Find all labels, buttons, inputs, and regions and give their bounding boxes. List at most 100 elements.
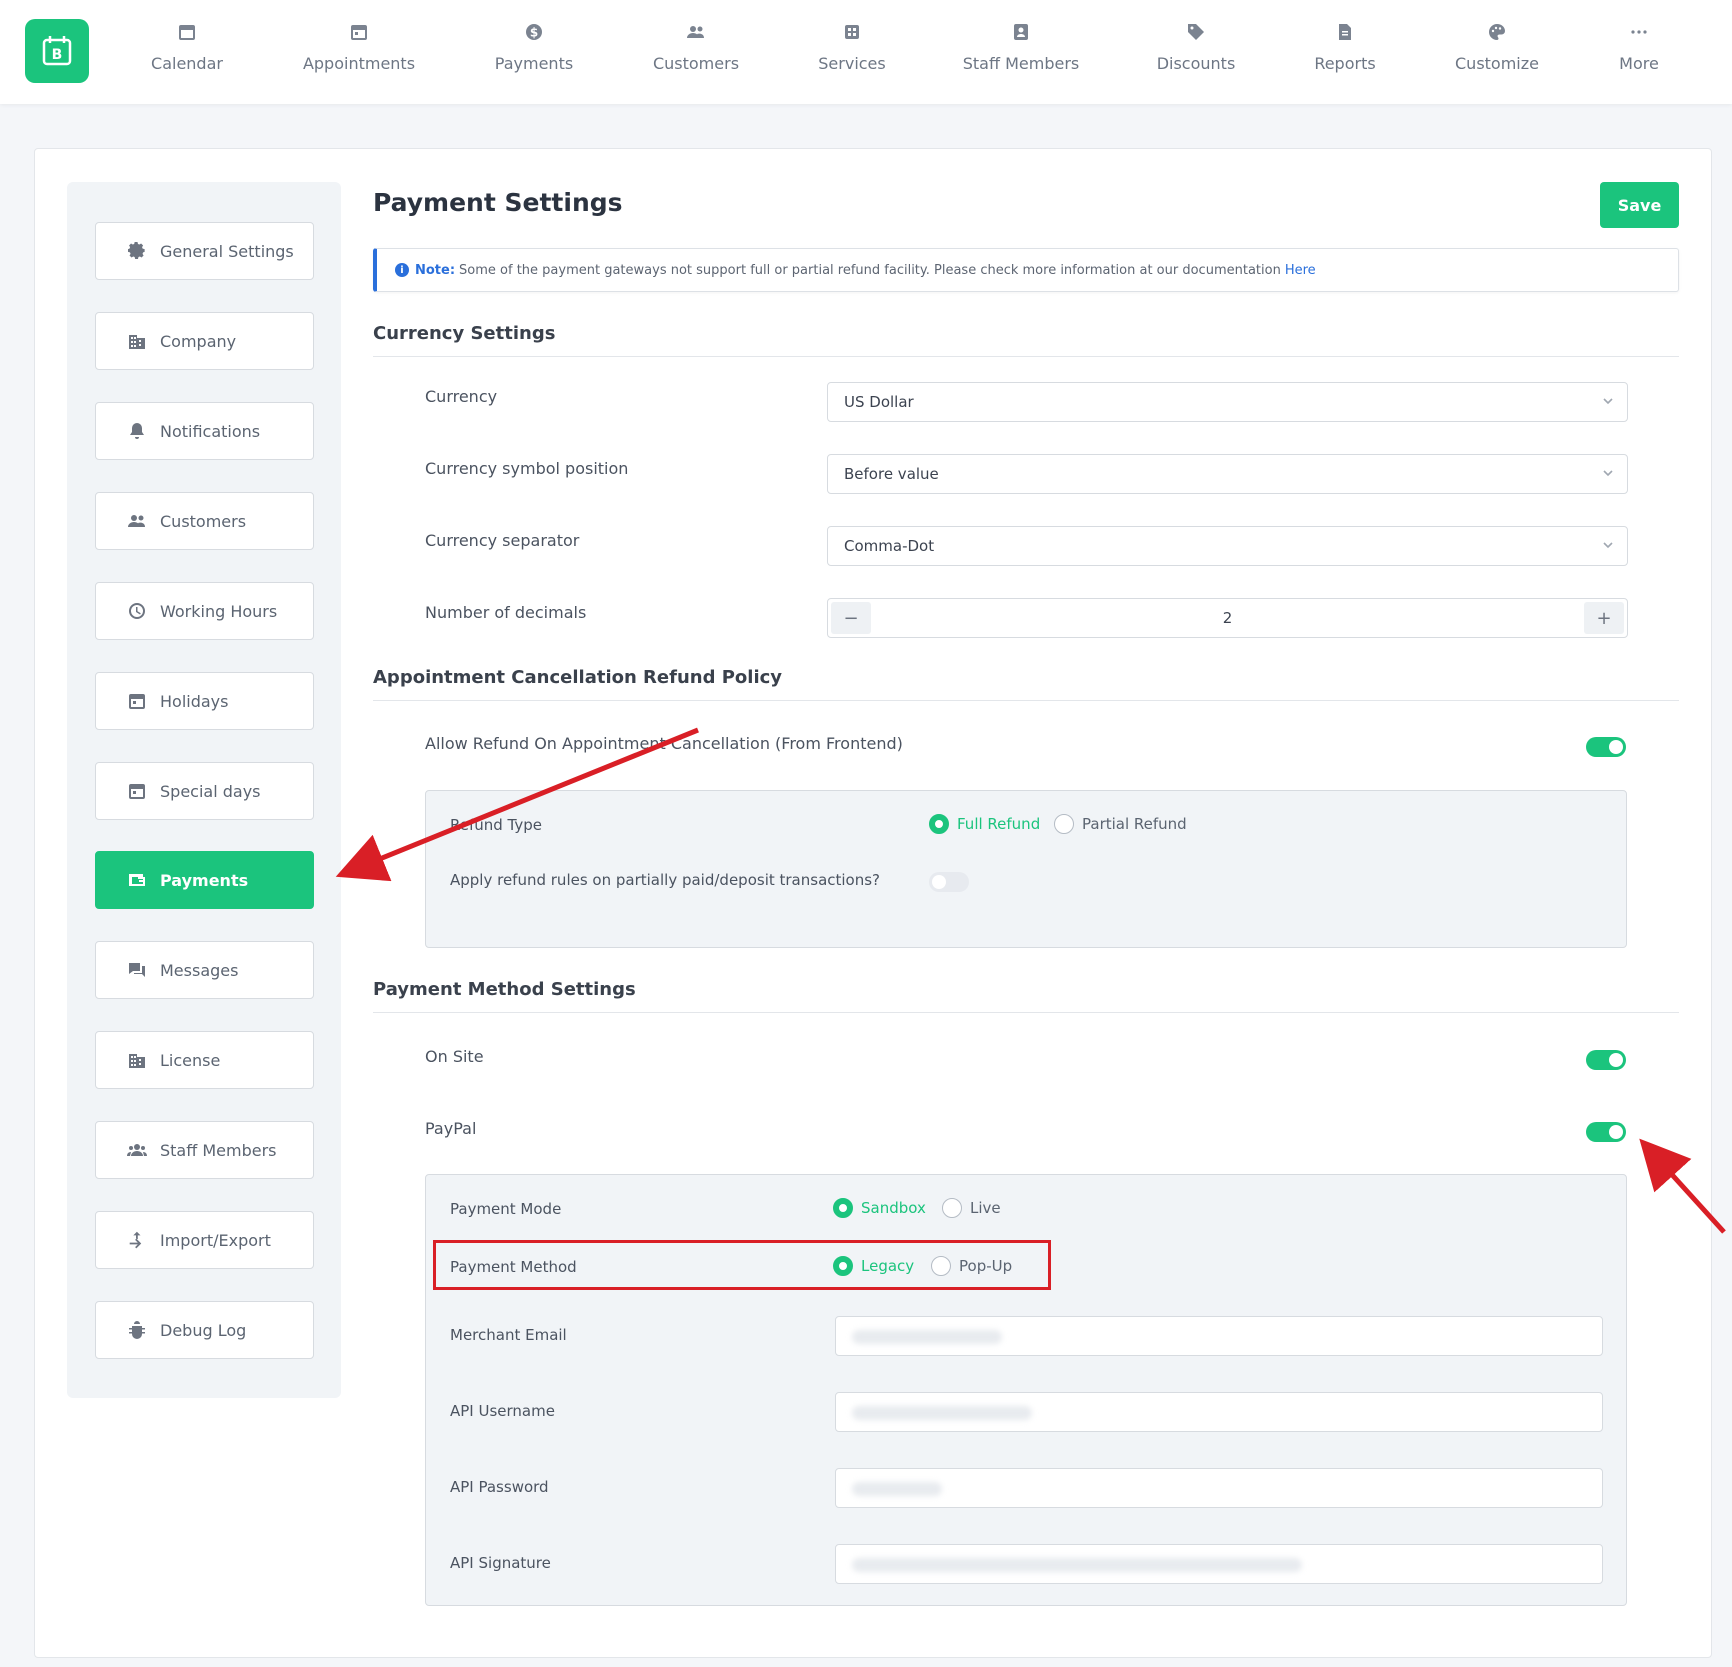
chevron-down-icon <box>1601 394 1615 408</box>
staff-icon <box>1010 22 1032 44</box>
reports-icon <box>1334 22 1356 44</box>
users-icon <box>685 22 707 44</box>
sidebar-item-messages[interactable]: Messages <box>95 941 314 999</box>
paypal-label: PayPal <box>425 1119 477 1138</box>
merchant-email-field[interactable] <box>835 1316 1603 1356</box>
currency-select[interactable]: US Dollar <box>827 382 1628 422</box>
separator-label: Currency separator <box>425 531 580 550</box>
currency-label: Currency <box>425 387 498 406</box>
nav-reports[interactable]: Reports <box>1270 22 1420 73</box>
refund-note: i Note: Some of the payment gateways not… <box>373 248 1679 292</box>
symbol-position-select[interactable]: Before value <box>827 454 1628 494</box>
building-icon <box>126 330 148 352</box>
svg-text:$: $ <box>530 26 538 40</box>
onsite-label: On Site <box>425 1047 484 1066</box>
nav-calendar[interactable]: Calendar <box>112 22 262 73</box>
nav-customers[interactable]: Customers <box>621 22 771 73</box>
nav-appointments[interactable]: Appointments <box>284 22 434 73</box>
nav-staff-members[interactable]: Staff Members <box>946 22 1096 73</box>
gear-icon <box>126 240 148 262</box>
calendar-icon <box>176 22 198 44</box>
note-text: Some of the payment gateways not support… <box>459 262 1281 278</box>
wallet-icon <box>126 869 148 891</box>
decimals-value[interactable]: 2 <box>828 609 1627 627</box>
payment-mode-label: Payment Mode <box>450 1200 562 1218</box>
refund-type-label: Refund Type <box>450 816 543 834</box>
clock-icon <box>126 600 148 622</box>
live-radio[interactable]: Live <box>942 1198 1001 1218</box>
sidebar-item-debug-log[interactable]: Debug Log <box>95 1301 314 1359</box>
allow-refund-toggle[interactable] <box>1586 737 1626 757</box>
payment-method-highlight-box <box>433 1240 1051 1290</box>
services-icon <box>841 22 863 44</box>
decimals-label: Number of decimals <box>425 603 587 622</box>
chevron-down-icon <box>1601 466 1615 480</box>
sidebar-item-staff-members[interactable]: Staff Members <box>95 1121 314 1179</box>
nav-more[interactable]: More <box>1564 22 1714 73</box>
api-signature-label: API Signature <box>450 1554 551 1572</box>
full-refund-radio[interactable]: Full Refund <box>929 814 1040 834</box>
sidebar-item-payments[interactable]: Payments <box>95 851 314 909</box>
api-password-label: API Password <box>450 1478 549 1496</box>
nav-services[interactable]: Services <box>777 22 927 73</box>
top-navigation: B Calendar Appointments $ Payments Custo… <box>0 0 1732 104</box>
divider <box>373 700 1679 701</box>
sidebar-item-special-days[interactable]: Special days <box>95 762 314 820</box>
ellipsis-icon <box>1628 22 1650 44</box>
building-icon <box>126 1049 148 1071</box>
separator-select[interactable]: Comma-Dot <box>827 526 1628 566</box>
dollar-icon: $ <box>523 22 545 44</box>
sidebar-item-company[interactable]: Company <box>95 312 314 370</box>
nav-discounts[interactable]: Discounts <box>1121 22 1271 73</box>
payment-method-settings-title: Payment Method Settings <box>373 979 636 1000</box>
palette-icon <box>1486 22 1508 44</box>
calendar-icon <box>126 690 148 712</box>
users-icon <box>126 510 148 532</box>
tag-icon <box>1185 22 1207 44</box>
api-password-field[interactable] <box>835 1468 1603 1508</box>
users-icon <box>126 1139 148 1161</box>
sidebar-item-notifications[interactable]: Notifications <box>95 402 314 460</box>
increment-button[interactable]: + <box>1584 602 1624 634</box>
chevron-down-icon <box>1601 538 1615 552</box>
sidebar-item-holidays[interactable]: Holidays <box>95 672 314 730</box>
divider <box>373 356 1679 357</box>
page-title: Payment Settings <box>373 188 623 217</box>
chat-icon <box>126 959 148 981</box>
paypal-toggle[interactable] <box>1586 1122 1626 1142</box>
sidebar-item-general-settings[interactable]: General Settings <box>95 222 314 280</box>
partial-refund-radio[interactable]: Partial Refund <box>1054 814 1187 834</box>
calendar-icon <box>126 780 148 802</box>
sidebar-item-license[interactable]: License <box>95 1031 314 1089</box>
logo-icon: B <box>42 36 72 66</box>
currency-settings-title: Currency Settings <box>373 323 556 344</box>
api-username-field[interactable] <box>835 1392 1603 1432</box>
apply-refund-rules-label: Apply refund rules on partially paid/dep… <box>450 871 881 889</box>
allow-refund-label: Allow Refund On Appointment Cancellation… <box>425 734 903 753</box>
note-prefix: Note: <box>415 262 456 278</box>
sandbox-radio[interactable]: Sandbox <box>833 1198 926 1218</box>
app-logo[interactable]: B <box>25 19 89 83</box>
nav-payments[interactable]: $ Payments <box>459 22 609 73</box>
merchant-email-label: Merchant Email <box>450 1326 567 1344</box>
refund-policy-title: Appointment Cancellation Refund Policy <box>373 667 783 688</box>
svg-text:B: B <box>52 47 63 63</box>
nav-customize[interactable]: Customize <box>1422 22 1572 73</box>
divider <box>373 1012 1679 1013</box>
sidebar-item-customers[interactable]: Customers <box>95 492 314 550</box>
apply-refund-rules-toggle[interactable] <box>929 872 969 892</box>
appointments-icon <box>348 22 370 44</box>
api-username-label: API Username <box>450 1402 555 1420</box>
info-icon: i <box>395 263 409 277</box>
onsite-toggle[interactable] <box>1586 1050 1626 1070</box>
save-button[interactable]: Save <box>1600 182 1679 228</box>
bell-icon <box>126 420 148 442</box>
bug-icon <box>126 1319 148 1341</box>
sidebar-item-working-hours[interactable]: Working Hours <box>95 582 314 640</box>
symbol-position-label: Currency symbol position <box>425 459 629 478</box>
sidebar-item-import-export[interactable]: Import/Export <box>95 1211 314 1269</box>
documentation-link[interactable]: Here <box>1285 263 1316 278</box>
decimals-stepper: − 2 + <box>827 598 1628 638</box>
import-export-icon <box>126 1229 148 1251</box>
api-signature-field[interactable] <box>835 1544 1603 1584</box>
